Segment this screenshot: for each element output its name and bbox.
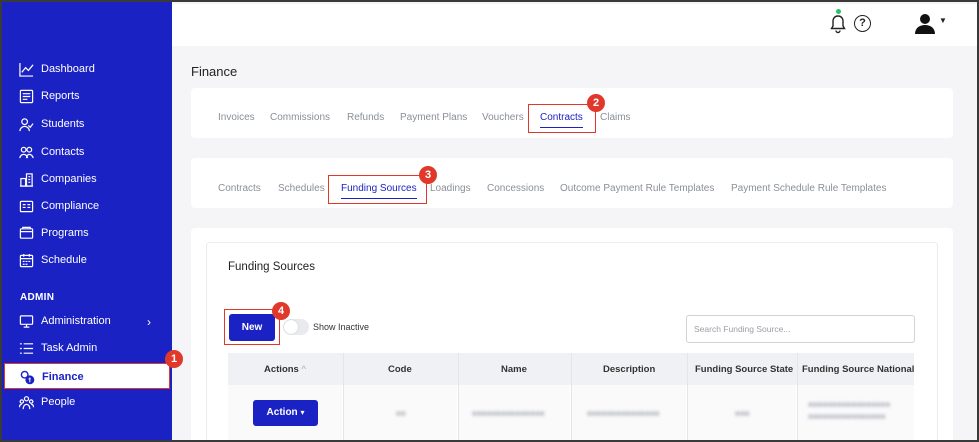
calendar-icon [18, 252, 34, 268]
sidebar-item-programs[interactable]: Programs [18, 223, 89, 243]
compliance-icon [18, 198, 34, 214]
sidebar-item-label: Reports [41, 90, 80, 102]
chart-line-icon [18, 61, 34, 77]
chevron-right-icon[interactable]: › [147, 315, 151, 329]
companies-icon [18, 171, 34, 187]
show-inactive-label: Show Inactive [313, 322, 370, 332]
sidebar-item-label: Dashboard [41, 63, 95, 75]
redacted-code: ■■ [396, 409, 406, 418]
programs-icon [18, 225, 34, 241]
column-header-description[interactable]: Description [603, 364, 655, 375]
column-header-code[interactable]: Code [388, 364, 412, 375]
contacts-icon [18, 144, 34, 160]
sidebar-item-schedule[interactable]: Schedule [18, 250, 87, 270]
tab-vouchers[interactable]: Vouchers [482, 112, 524, 123]
tab-refunds[interactable]: Refunds [347, 112, 384, 123]
callout-box-contracts [528, 104, 596, 133]
students-icon [18, 116, 34, 132]
monitor-icon [18, 313, 34, 329]
subtab-outcome-payment-rule-templates[interactable]: Outcome Payment Rule Templates [560, 183, 714, 194]
finance-icon [19, 369, 35, 385]
column-header-name[interactable]: Name [501, 364, 527, 375]
column-divider [687, 353, 688, 440]
tab-invoices[interactable]: Invoices [218, 112, 255, 123]
notification-dot [836, 9, 841, 14]
sidebar-item-label: Administration [41, 315, 111, 327]
column-divider [797, 353, 798, 440]
sidebar-item-finance[interactable]: Finance [4, 363, 170, 389]
tab-claims[interactable]: Claims [600, 112, 631, 123]
chevron-down-icon: ▾ [300, 408, 305, 417]
column-header-label: Actions [264, 364, 299, 375]
sidebar-item-reports[interactable]: Reports [18, 86, 80, 106]
subtab-schedules[interactable]: Schedules [278, 183, 325, 194]
tab-payment-plans[interactable]: Payment Plans [400, 112, 467, 123]
column-header-funding-source-state[interactable]: Funding Source State [695, 364, 793, 375]
column-header-funding-source-national[interactable]: Funding Source National [802, 364, 914, 375]
callout-badge-3: 3 [419, 166, 437, 184]
column-divider [343, 353, 344, 440]
redacted-national: ■■■■■■■■■■■■■■■■ [808, 412, 886, 421]
sidebar-item-label: People [41, 396, 76, 408]
report-icon [18, 88, 34, 104]
subtab-payment-schedule-rule-templates[interactable]: Payment Schedule Rule Templates [731, 183, 886, 194]
people-icon [18, 394, 34, 410]
callout-box-funding-sources [328, 175, 427, 204]
user-avatar-icon[interactable] [914, 12, 936, 34]
sidebar-item-label: Students [41, 118, 85, 130]
user-menu-caret-icon[interactable]: ▼ [939, 16, 947, 25]
sidebar-item-students[interactable]: Students [18, 114, 84, 134]
sidebar-item-task-admin[interactable]: Task Admin [18, 338, 97, 358]
admin-section-heading: ADMIN [20, 292, 55, 303]
sidebar-item-label: Finance [42, 371, 84, 383]
sidebar-item-contacts[interactable]: Contacts [18, 142, 84, 162]
sidebar-item-label: Compliance [41, 200, 100, 212]
sidebar-item-administration[interactable]: Administration [18, 311, 111, 331]
show-inactive-toggle[interactable] [283, 319, 309, 335]
redacted-state: ■■■ [735, 409, 750, 418]
subtab-loadings[interactable]: Loadings [430, 183, 471, 194]
redacted-national: ■■■■■■■■■■■■■■■■■ [808, 400, 891, 409]
sidebar-item-label: Task Admin [41, 342, 98, 354]
section-title: Funding Sources [228, 261, 315, 273]
sidebar-item-label: Contacts [41, 146, 85, 158]
list-icon [18, 340, 34, 356]
column-divider [458, 353, 459, 440]
subtab-concessions[interactable]: Concessions [487, 183, 544, 194]
column-divider [571, 353, 572, 440]
column-header-actions[interactable]: Actions ^ [264, 364, 306, 375]
callout-badge-4: 4 [272, 302, 290, 320]
sidebar-item-people[interactable]: People [18, 392, 75, 412]
tab-commissions[interactable]: Commissions [270, 112, 330, 123]
action-dropdown-button[interactable]: Action ▾ [253, 400, 318, 426]
sidebar-item-label: Companies [41, 173, 97, 185]
redacted-description: ■■■■■■■■■■■■■■■ [587, 409, 660, 418]
search-input[interactable]: Search Funding Source... [686, 315, 915, 343]
page-title: Finance [191, 64, 238, 79]
sidebar-item-companies[interactable]: Companies [18, 169, 97, 189]
sidebar-item-compliance[interactable]: Compliance [18, 196, 99, 216]
sidebar-item-label: Schedule [41, 254, 87, 266]
sort-icon[interactable]: ^ [301, 364, 305, 375]
sidebar: Dashboard Reports Students Contacts Comp… [2, 2, 172, 440]
sidebar-item-finance-inner: Finance [19, 367, 84, 387]
callout-box-new [224, 309, 280, 345]
callout-badge-1: 1 [165, 350, 183, 368]
app-window: Dashboard Reports Students Contacts Comp… [0, 0, 979, 442]
action-label: Action [266, 407, 298, 418]
redacted-name: ■■■■■■■■■■■■■■■ [472, 409, 545, 418]
subtab-contracts[interactable]: Contracts [218, 183, 261, 194]
sidebar-item-label: Programs [41, 227, 89, 239]
help-icon[interactable]: ? [854, 15, 871, 32]
callout-badge-2: 2 [587, 94, 605, 112]
sidebar-item-dashboard[interactable]: Dashboard [18, 59, 95, 79]
bell-icon[interactable] [830, 14, 846, 34]
